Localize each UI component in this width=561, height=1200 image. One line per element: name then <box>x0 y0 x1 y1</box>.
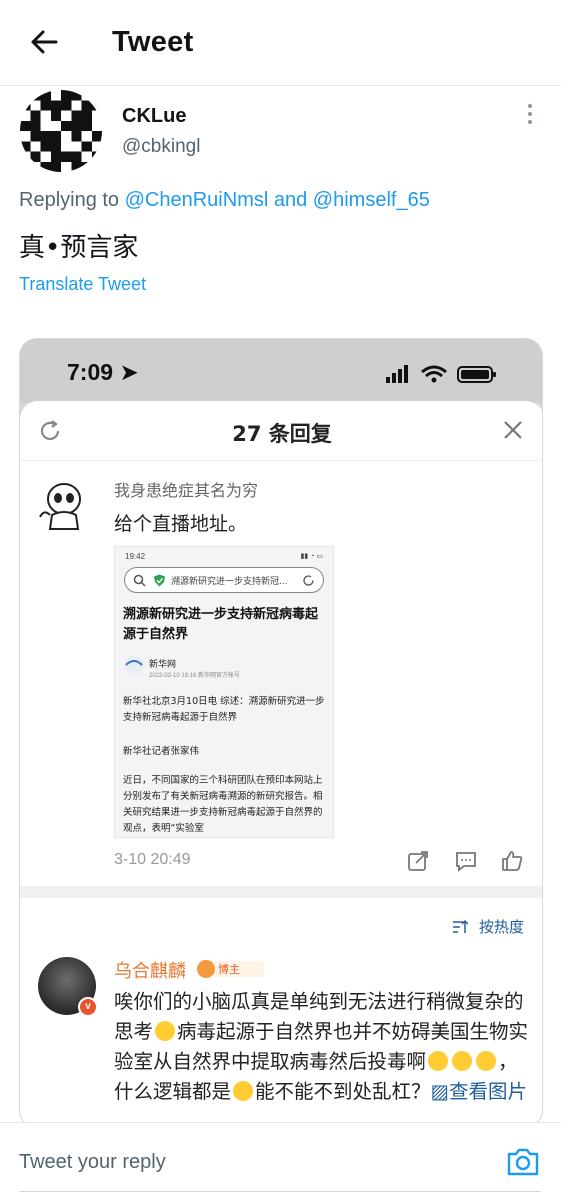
nested-paragraph: 新华社记者张家伟 <box>123 746 200 757</box>
nested-search-text: 溯源新研究进一步支持新冠... <box>171 577 288 587</box>
nested-date: 2022-03-10 18:16 新华网官方帐号 <box>149 673 241 679</box>
replies-count-title: 27 条回复 <box>232 422 332 446</box>
sort-icon <box>453 919 468 933</box>
like-thumb-icon <box>502 851 523 871</box>
replying-joiner: and <box>273 189 308 211</box>
location-arrow-icon: ➤ <box>119 359 139 385</box>
sort-by-popularity: 按热度 <box>478 918 524 936</box>
reply-input[interactable]: Tweet your reply <box>19 1151 166 1174</box>
nested-headline: 溯源新研究进一步支持新冠病毒起源于自然界 <box>123 607 319 642</box>
reload-icon <box>303 575 314 586</box>
translate-link[interactable]: Translate Tweet <box>19 274 146 295</box>
author-tag: 博主 <box>196 959 266 979</box>
commenter-name: 乌合麒麟 <box>114 961 186 982</box>
comment-time: 3-10 20:49 <box>114 851 191 868</box>
comments-sheet: 27 条回复 我身患绝症其名为穷 给个直播地址。 19:42 ▮▮ ◔ ▭ 溯源… <box>20 401 542 1127</box>
laugh-cry-emoji-icon <box>476 1051 497 1071</box>
mention-link[interactable]: @himself_65 <box>313 189 430 211</box>
share-icon <box>408 851 428 871</box>
reply-bar: Tweet your reply <box>0 1122 561 1200</box>
more-options-icon[interactable] <box>520 102 540 126</box>
laugh-cry-emoji-icon <box>428 1051 449 1071</box>
reply-underline <box>19 1191 541 1192</box>
verified-badge-icon: v <box>78 997 98 1017</box>
status-time: 7:09 ➤ <box>67 359 139 385</box>
search-icon <box>133 574 146 587</box>
commenter-name: 我身患绝症其名为穷 <box>114 481 259 500</box>
replying-prefix: Replying to <box>19 189 120 211</box>
replying-to: Replying to @ChenRuiNmsl and @himself_65 <box>19 189 430 212</box>
nested-paragraph: 新华社北京3月10日电 综述：溯源新研究进一步支持新冠病毒起源于自然界 <box>123 696 325 723</box>
nested-status-time: 19:42 <box>125 552 146 561</box>
laugh-cry-emoji-icon <box>233 1081 254 1101</box>
close-icon <box>504 421 522 439</box>
sheet-header: 27 条回复 <box>20 401 542 461</box>
comment-icon <box>456 852 476 872</box>
media-image[interactable]: 7:09 ➤ 27 条回复 我身患绝症其名为穷 给个直播地址。 19:42 ▮▮… <box>19 338 543 1128</box>
view-image-link: ▨查看图片 <box>430 1080 527 1103</box>
top-bar: Tweet <box>0 0 561 86</box>
author-name[interactable]: CKLue <box>122 105 186 128</box>
section-divider <box>20 886 542 898</box>
back-arrow-icon[interactable] <box>28 26 60 58</box>
nested-paragraph: 近日，不同国家的三个科研团队在预印本网站上分别发布了有关新冠病毒溯源的新研究报告… <box>123 775 323 834</box>
camera-icon[interactable] <box>506 1145 540 1179</box>
page-title: Tweet <box>112 26 194 58</box>
phone-status-bar: 7:09 ➤ <box>20 339 542 403</box>
shield-check-icon <box>154 574 165 587</box>
status-icons <box>386 365 496 383</box>
nested-source: 新华网 <box>149 660 177 670</box>
avatar[interactable] <box>20 90 102 172</box>
mention-link[interactable]: @ChenRuiNmsl <box>125 189 269 211</box>
laugh-cry-emoji-icon <box>452 1051 473 1071</box>
xinhua-logo-icon <box>124 655 144 675</box>
nested-screenshot: 19:42 ▮▮ ◔ ▭ 溯源新研究进一步支持新冠... 溯源新研究进一步支持新… <box>114 546 334 838</box>
comment-text: 唉你们的小脑瓜真是单纯到无法进行稍微复杂的思考 病毒起源于自然界也并不妨碍美国生物… <box>114 990 529 1103</box>
comment-text: 给个直播地址。 <box>114 513 248 535</box>
cartoon-avatar-icon <box>39 483 81 530</box>
nested-search-bar: 溯源新研究进一步支持新冠... <box>124 567 324 593</box>
nested-status-icons: ▮▮ ◔ ▭ <box>300 553 323 560</box>
author-handle[interactable]: @cbkingl <box>122 136 200 158</box>
tweet-text: 真•预言家 <box>19 233 139 263</box>
shrug-emoji-icon <box>155 1021 176 1041</box>
image-icon: ▨ <box>430 1080 449 1103</box>
